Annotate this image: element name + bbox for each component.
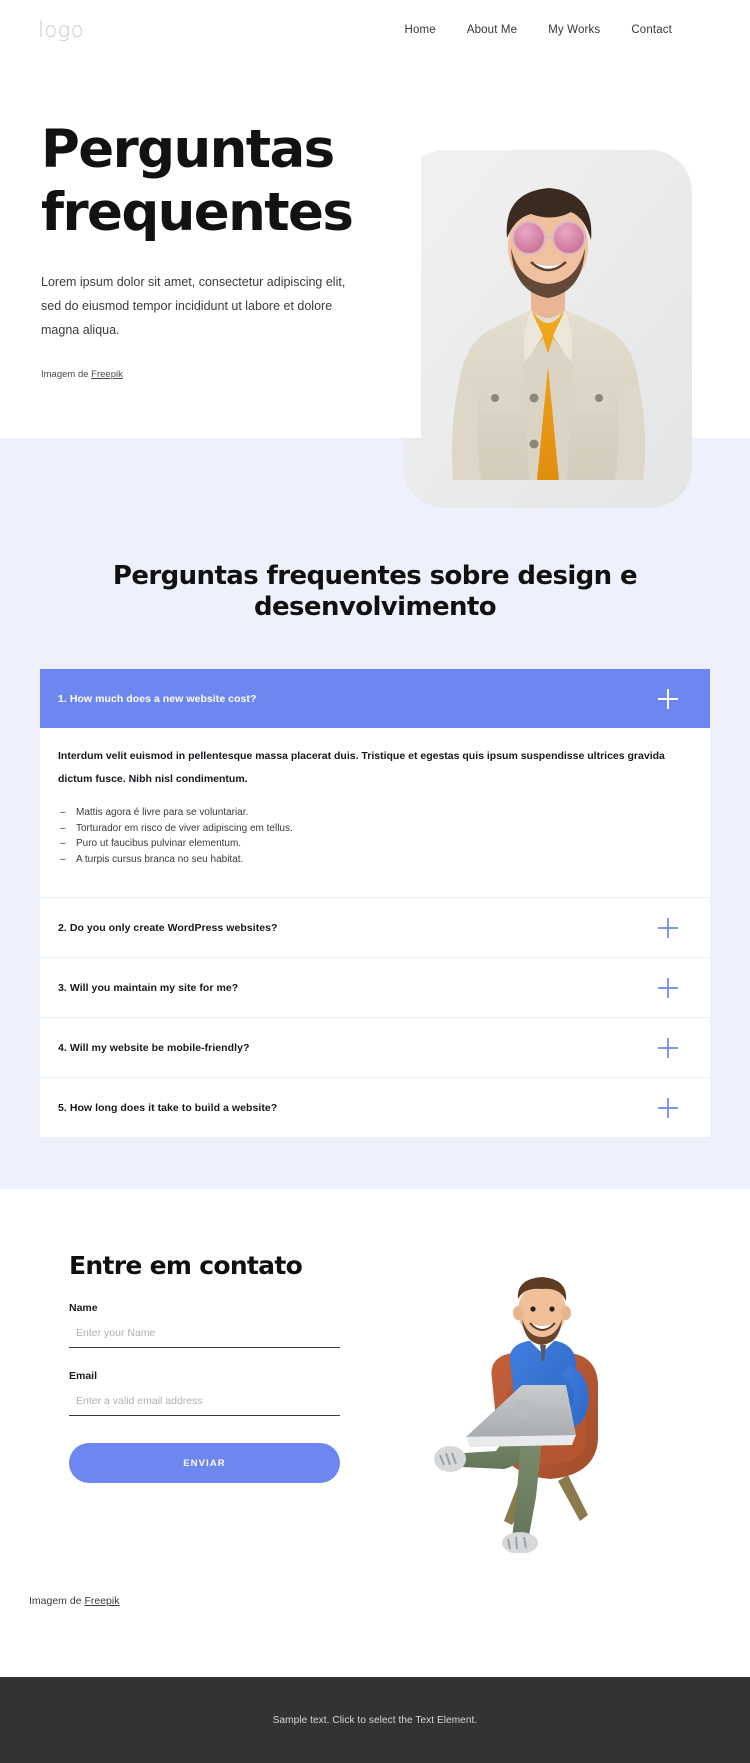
- faq-question-toggle-3[interactable]: 3. Will you maintain my site for me?: [40, 958, 710, 1017]
- nav-link-home[interactable]: Home: [404, 24, 435, 36]
- hero-title: Perguntas frequentes: [41, 118, 401, 244]
- faq-item-1: 1. How much does a new website cost? Int…: [40, 669, 710, 898]
- hero-photo-image: [403, 150, 692, 508]
- plus-icon[interactable]: [654, 685, 682, 713]
- faq-answer-bullet: Mattis agora é livre para se voluntariar…: [58, 805, 682, 821]
- contact-inner: Entre em contato Name Email ENVIAR: [0, 1251, 750, 1553]
- contact-form: Entre em contato Name Email ENVIAR: [40, 1251, 340, 1483]
- page-root: logo Home About Me My Works Contact Perg…: [0, 0, 750, 1763]
- name-field-group: Name: [69, 1302, 340, 1348]
- hero-image-credit: Imagem de Freepik: [41, 369, 401, 380]
- hero-credit-prefix: Imagem de: [41, 369, 92, 380]
- plus-icon[interactable]: [654, 974, 682, 1002]
- faq-question-toggle-1[interactable]: 1. How much does a new website cost?: [40, 669, 710, 728]
- faq-question-label-5: 5. How long does it take to build a webs…: [58, 1101, 278, 1114]
- hero-title-line-1: Perguntas: [41, 119, 335, 180]
- faq-item-5: 5. How long does it take to build a webs…: [40, 1078, 710, 1137]
- contact-section: Entre em contato Name Email ENVIAR: [0, 1189, 750, 1677]
- faq-section: Perguntas frequentes sobre design e dese…: [0, 462, 750, 1189]
- name-input[interactable]: [69, 1323, 340, 1348]
- faq-answer-bullet: Torturador em risco de viver adipiscing …: [58, 821, 682, 837]
- nav-link-my-works[interactable]: My Works: [548, 24, 600, 36]
- faq-question-label-2: 2. Do you only create WordPress websites…: [58, 921, 278, 934]
- submit-button[interactable]: ENVIAR: [69, 1443, 340, 1483]
- contact-illustration: [434, 1277, 598, 1553]
- faq-accordion: 1. How much does a new website cost? Int…: [40, 669, 710, 1137]
- faq-question-label-1: 1. How much does a new website cost?: [58, 692, 257, 705]
- contact-image-credit: Imagem de Freepik: [0, 1595, 750, 1607]
- faq-item-2: 2. Do you only create WordPress websites…: [40, 898, 710, 958]
- faq-question-label-3: 3. Will you maintain my site for me?: [58, 981, 239, 994]
- site-header: logo Home About Me My Works Contact: [0, 0, 750, 60]
- faq-answer-lead-1: Interdum velit euismod in pellentesque m…: [58, 750, 665, 785]
- nav-link-about-me[interactable]: About Me: [467, 24, 517, 36]
- site-logo[interactable]: logo: [38, 18, 84, 42]
- email-input[interactable]: [69, 1391, 340, 1416]
- main-navigation: Home About Me My Works Contact: [404, 24, 672, 36]
- site-footer: Sample text. Click to select the Text El…: [0, 1677, 750, 1763]
- contact-credit-link[interactable]: Freepik: [84, 1595, 119, 1607]
- nav-link-contact[interactable]: Contact: [631, 24, 672, 36]
- hero-subtitle: Lorem ipsum dolor sit amet, consectetur …: [41, 275, 346, 337]
- email-field-group: Email: [69, 1370, 340, 1416]
- faq-answer-bullet: Puro ut faucibus pulvinar elementum.: [58, 836, 682, 852]
- faq-question-toggle-2[interactable]: 2. Do you only create WordPress websites…: [40, 898, 710, 957]
- faq-item-4: 4. Will my website be mobile-friendly?: [40, 1018, 710, 1078]
- email-field-label: Email: [69, 1370, 98, 1382]
- footer-sample-text[interactable]: Sample text. Click to select the Text El…: [273, 1715, 478, 1726]
- faq-answer-bullet: A turpis cursus branca no seu habitat.: [58, 852, 682, 868]
- plus-icon[interactable]: [654, 1034, 682, 1062]
- hero-photo: [403, 150, 692, 508]
- faq-heading: Perguntas frequentes sobre design e dese…: [112, 561, 638, 622]
- plus-icon[interactable]: [654, 914, 682, 942]
- hero-section: Perguntas frequentes Lorem ipsum dolor s…: [0, 60, 750, 508]
- faq-answer-1: Interdum velit euismod in pellentesque m…: [40, 728, 710, 897]
- faq-answer-bullets-1: Mattis agora é livre para se voluntariar…: [58, 805, 682, 867]
- faq-question-toggle-5[interactable]: 5. How long does it take to build a webs…: [40, 1078, 710, 1137]
- hero-title-line-2: frequentes: [41, 182, 354, 243]
- plus-icon[interactable]: [654, 1094, 682, 1122]
- hero-credit-link[interactable]: Freepik: [91, 369, 123, 380]
- faq-item-3: 3. Will you maintain my site for me?: [40, 958, 710, 1018]
- contact-title: Entre em contato: [69, 1251, 303, 1280]
- contact-credit-prefix: Imagem de: [29, 1595, 85, 1607]
- name-field-label: Name: [69, 1302, 98, 1314]
- hero-copy: Perguntas frequentes Lorem ipsum dolor s…: [41, 118, 401, 380]
- contact-illustration-wrapper: [340, 1251, 710, 1553]
- faq-question-toggle-4[interactable]: 4. Will my website be mobile-friendly?: [40, 1018, 710, 1077]
- faq-question-label-4: 4. Will my website be mobile-friendly?: [58, 1041, 250, 1054]
